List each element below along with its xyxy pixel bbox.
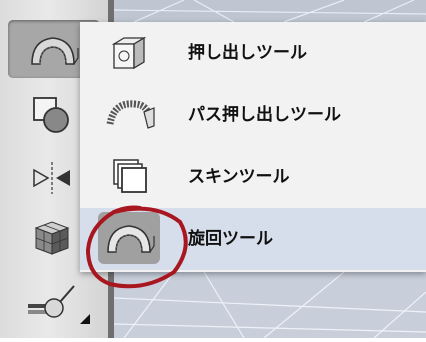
viewport-grid-top <box>113 0 426 23</box>
path-extrude-icon <box>104 92 158 136</box>
menu-item-path-extrude[interactable]: パス押し出しツール <box>80 84 426 146</box>
menu-item-label: パス押し出しツール <box>188 105 341 125</box>
menu-item-label: 旋回ツール <box>188 229 273 249</box>
menu-item-label: スキンツール <box>188 167 290 187</box>
menu-item-extrude[interactable]: 押し出しツール <box>80 22 426 84</box>
flyout-indicator <box>80 314 90 324</box>
cube-icon <box>26 216 80 260</box>
extrude-icon <box>104 30 158 74</box>
menu-item-label: 押し出しツール <box>188 43 307 63</box>
menu-item-skin[interactable]: スキンツール <box>80 146 426 208</box>
skin-icon <box>104 154 158 198</box>
extrude-arc-icon <box>26 28 80 72</box>
pin-icon <box>26 278 80 322</box>
mirror-icon <box>26 156 80 200</box>
shapes-icon <box>26 92 80 136</box>
red-circle-annotation <box>84 202 194 294</box>
